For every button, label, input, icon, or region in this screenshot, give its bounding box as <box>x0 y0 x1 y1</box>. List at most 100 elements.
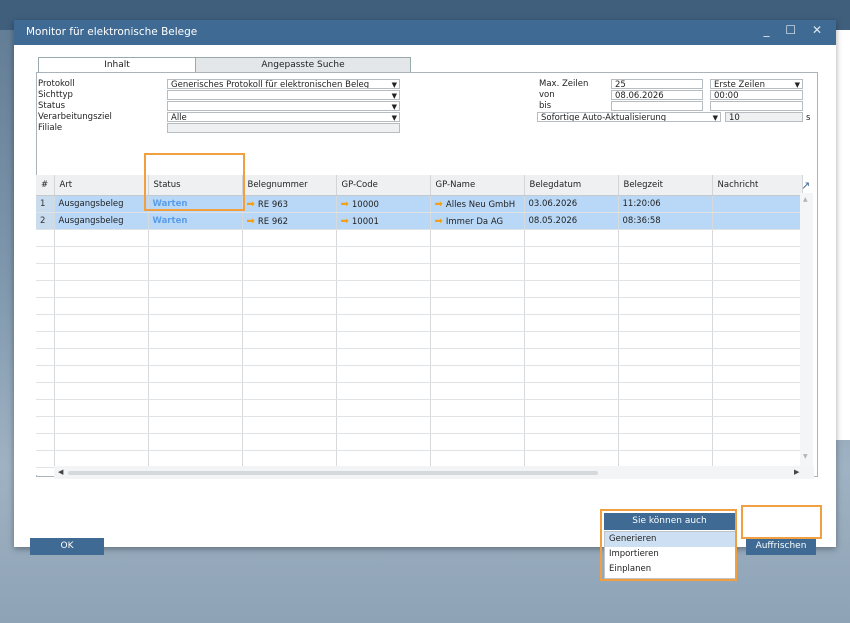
bis-time-input[interactable] <box>710 101 803 111</box>
bis-date-input[interactable] <box>611 101 703 111</box>
link-arrow-icon[interactable]: ➡ <box>247 199 255 210</box>
protokoll-value: Generisches Protokoll für elektronischen… <box>171 80 370 89</box>
empty-cell <box>148 246 243 264</box>
empty-cell <box>148 331 243 349</box>
auffrischen-button[interactable]: Auffrischen <box>746 538 816 555</box>
empty-cell <box>54 433 149 451</box>
empty-cell <box>36 280 55 298</box>
table-row[interactable]: 2 Ausgangsbeleg Warten ➡ RE 962 ➡ 10001 ➡ I… <box>36 212 803 230</box>
cell-art: Ausgangsbeleg <box>54 212 149 230</box>
empty-cell <box>336 382 431 400</box>
status-select[interactable]: ▼ <box>167 101 400 111</box>
empty-cell <box>524 382 619 400</box>
empty-cell <box>242 331 337 349</box>
interval-input[interactable]: 10 <box>725 112 803 122</box>
empty-cell <box>430 416 525 434</box>
expand-icon[interactable]: ↗ <box>801 179 810 192</box>
empty-cell <box>524 399 619 417</box>
scroll-left-icon[interactable]: ◀ <box>58 468 63 476</box>
scroll-down-icon[interactable]: ▼ <box>803 453 808 460</box>
link-arrow-icon[interactable]: ➡ <box>435 199 443 210</box>
filiale-field[interactable] <box>167 123 400 133</box>
column-header-belegzeit[interactable]: Belegzeit <box>618 175 713 196</box>
von-time-input[interactable]: 00:00 <box>710 90 803 100</box>
column-header-belegdatum[interactable]: Belegdatum <box>524 175 619 196</box>
table-row-empty <box>36 433 803 451</box>
belegnummer-value: RE 962 <box>257 216 289 227</box>
column-header-belegnummer[interactable]: Belegnummer <box>242 175 337 196</box>
auto-aktualisierung-select[interactable]: Sofortige Auto-Aktualisierung ▼ <box>537 112 721 122</box>
empty-cell <box>148 450 243 468</box>
tab-angepasste-suche[interactable]: Angepasste Suche <box>195 57 411 72</box>
tab-inhalt[interactable]: Inhalt <box>38 57 196 73</box>
empty-cell <box>242 314 337 332</box>
max-zeilen-input[interactable]: 25 <box>611 79 703 89</box>
sie-koennen-auch-button[interactable]: Sie können auch <box>604 513 735 530</box>
filiale-label: Filiale <box>38 123 63 133</box>
menu-item-einplanen[interactable]: Einplanen <box>605 562 736 577</box>
verarbeitungsziel-select[interactable]: Alle ▼ <box>167 112 400 122</box>
bis-label: bis <box>539 101 552 111</box>
empty-cell <box>148 314 243 332</box>
empty-cell <box>54 314 149 332</box>
column-header-art[interactable]: Art <box>54 175 149 196</box>
empty-cell <box>712 450 803 468</box>
empty-cell <box>148 263 243 281</box>
empty-cell <box>242 399 337 417</box>
close-icon[interactable]: ✕ <box>812 23 828 37</box>
table-row[interactable]: 1 Ausgangsbeleg Warten ➡ RE 963 ➡ 10000 ➡ A… <box>36 195 803 213</box>
chevron-down-icon: ▼ <box>391 103 397 111</box>
tab-angepasste-suche-label: Angepasste Suche <box>261 60 345 70</box>
zeilen-mode-select[interactable]: Erste Zeilen ▼ <box>710 79 803 89</box>
empty-cell <box>430 280 525 298</box>
electronic-documents-monitor-window: Monitor für elektronische Belege _ ☐ ✕ I… <box>14 20 836 555</box>
status-value: Warten <box>152 216 188 226</box>
von-date-input[interactable]: 08.06.2026 <box>611 90 703 100</box>
empty-cell <box>524 450 619 468</box>
empty-cell <box>54 348 149 366</box>
column-header-nachricht[interactable]: Nachricht <box>712 175 803 196</box>
empty-cell <box>712 314 803 332</box>
empty-cell <box>618 297 713 315</box>
menu-item-importieren[interactable]: Importieren <box>605 547 736 562</box>
link-arrow-icon[interactable]: ➡ <box>435 216 443 227</box>
empty-cell <box>618 433 713 451</box>
empty-cell <box>336 416 431 434</box>
protokoll-select[interactable]: Generisches Protokoll für elektronischen… <box>167 79 400 89</box>
horizontal-scroll-thumb[interactable] <box>68 471 598 475</box>
table-row-empty <box>36 314 803 332</box>
link-arrow-icon[interactable]: ➡ <box>341 199 349 210</box>
column-header-gp-code[interactable]: GP-Code <box>336 175 431 196</box>
cell-gp-name: ➡ Immer Da AG <box>430 212 525 230</box>
menu-item-generieren[interactable]: Generieren <box>605 532 736 547</box>
scroll-up-icon[interactable]: ▲ <box>803 196 808 203</box>
horizontal-scrollbar[interactable]: ◀ ▶ <box>54 466 814 479</box>
ok-button[interactable]: OK <box>30 538 104 555</box>
empty-cell <box>54 297 149 315</box>
empty-cell <box>712 416 803 434</box>
protokoll-label: Protokoll <box>38 79 75 89</box>
maximize-icon[interactable]: ☐ <box>785 23 802 37</box>
scroll-right-icon[interactable]: ▶ <box>794 468 799 476</box>
empty-cell <box>54 416 149 434</box>
link-arrow-icon[interactable]: ➡ <box>341 216 349 227</box>
empty-cell <box>336 399 431 417</box>
empty-cell <box>336 297 431 315</box>
column-header-gp-name[interactable]: GP-Name <box>430 175 525 196</box>
column-header-num[interactable]: # <box>36 175 55 196</box>
window-titlebar[interactable]: Monitor für elektronische Belege _ ☐ ✕ <box>14 20 836 45</box>
zeilen-mode-value: Erste Zeilen <box>714 80 765 89</box>
empty-cell <box>148 416 243 434</box>
link-arrow-icon[interactable]: ➡ <box>247 216 255 227</box>
column-header-status[interactable]: Status <box>148 175 243 196</box>
empty-cell <box>36 263 55 281</box>
minimize-icon[interactable]: _ <box>764 23 776 37</box>
sichttyp-select[interactable]: ▼ <box>167 90 400 100</box>
empty-cell <box>36 416 55 434</box>
window-controls: _ ☐ ✕ <box>764 23 828 37</box>
empty-cell <box>430 399 525 417</box>
empty-cell <box>242 297 337 315</box>
empty-cell <box>336 331 431 349</box>
vertical-scrollbar[interactable]: ▲ ▼ <box>800 193 813 478</box>
empty-cell <box>36 314 55 332</box>
